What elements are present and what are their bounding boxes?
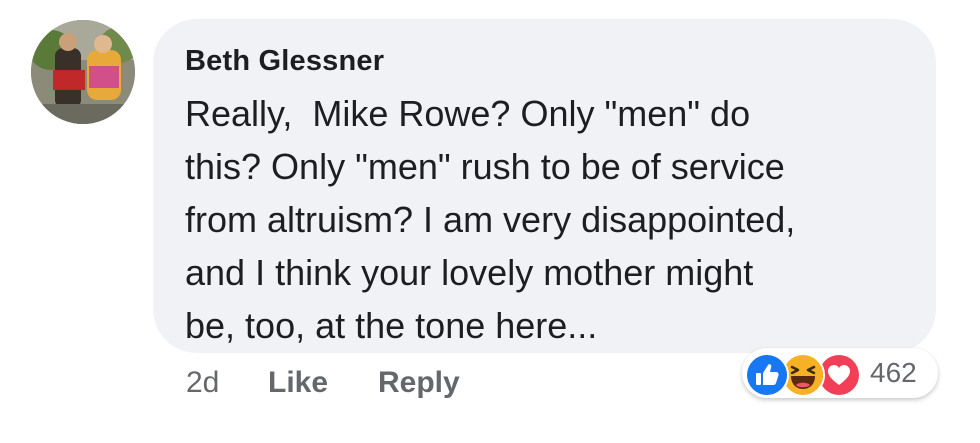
reactions-summary[interactable]: 462 bbox=[742, 348, 938, 398]
comment-timestamp[interactable]: 2d bbox=[186, 366, 219, 400]
avatar[interactable] bbox=[31, 20, 135, 124]
profile-photo-icon bbox=[31, 20, 135, 124]
reaction-count: 462 bbox=[870, 357, 917, 388]
like-reaction-icon bbox=[745, 353, 789, 397]
comment-text: Really, Mike Rowe? Only "men" do this? O… bbox=[185, 93, 796, 346]
reply-button[interactable]: Reply bbox=[378, 366, 460, 400]
comment-author[interactable]: Beth Glessner bbox=[185, 45, 384, 78]
like-button[interactable]: Like bbox=[268, 366, 328, 400]
comment-bubble: Beth Glessner Really, Mike Rowe? Only "m… bbox=[153, 19, 936, 353]
